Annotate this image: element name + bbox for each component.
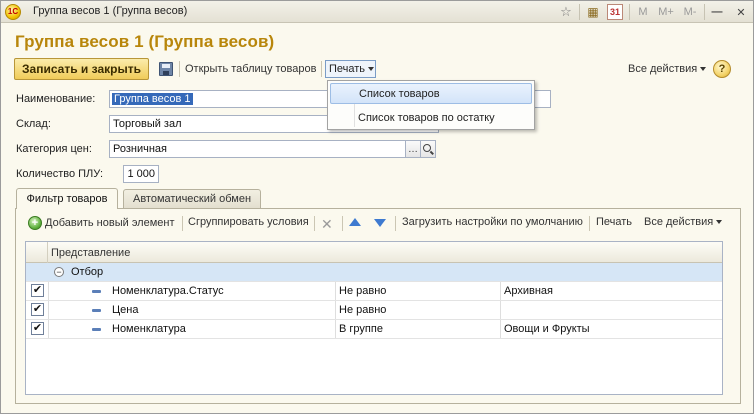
table-row[interactable]: ✔ Номенклатура.Статус Не равно Архивная: [26, 282, 722, 301]
row-condition[interactable]: В группе: [339, 320, 383, 338]
calculator-icon[interactable]: ▦: [585, 4, 601, 20]
memory-m-minus-button[interactable]: M-: [680, 4, 700, 20]
main-window: 1С Группа весов 1 (Группа весов) ☆ ▦ 31 …: [0, 0, 754, 414]
memory-m-button[interactable]: M: [636, 4, 650, 20]
collapse-toggle[interactable]: −: [54, 263, 64, 281]
chevron-down-icon: [368, 67, 375, 71]
add-icon: +: [28, 216, 42, 230]
arrow-up-icon: [349, 218, 361, 226]
row-checkbox[interactable]: ✔: [31, 303, 44, 316]
field-item-icon: [92, 327, 101, 331]
window-title: Группа весов 1 (Группа весов): [33, 5, 188, 17]
panel-all-actions-button[interactable]: Все действия: [644, 216, 723, 228]
row-field: Номенклатура.Статус: [112, 285, 224, 297]
name-label: Наименование:: [16, 93, 96, 105]
delete-icon: ✕: [321, 216, 333, 232]
row-value[interactable]: Овощи и Фрукты: [504, 320, 590, 338]
tab-products-filter[interactable]: Фильтр товаров: [16, 188, 118, 209]
group-row-filter[interactable]: − Отбор: [26, 263, 722, 282]
column-header-representation[interactable]: Представление: [48, 242, 130, 263]
print-dropdown-button[interactable]: Печать: [325, 60, 376, 78]
row-field: Номенклатура: [112, 323, 186, 335]
minus-icon: −: [54, 267, 64, 277]
row-value[interactable]: Архивная: [504, 282, 553, 300]
search-button[interactable]: [420, 140, 436, 158]
load-default-settings-button[interactable]: Загрузить настройки по умолчанию: [402, 216, 583, 228]
page-title: Группа весов 1 (Группа весов): [15, 32, 275, 51]
grid-header: Представление: [26, 242, 722, 263]
add-element-button[interactable]: + Добавить новый элемент: [28, 216, 175, 230]
open-products-table-button[interactable]: Открыть таблицу товаров: [185, 63, 316, 75]
ppu-count-field[interactable]: 1 000: [123, 165, 159, 183]
row-checkbox[interactable]: ✔: [31, 322, 44, 335]
price-category-field[interactable]: Розничная: [109, 140, 406, 158]
row-checkbox[interactable]: ✔: [31, 284, 44, 297]
panel-print-button[interactable]: Печать: [596, 216, 632, 228]
table-row[interactable]: ✔ Номенклатура В группе Овощи и Фрукты: [26, 320, 722, 339]
print-button-label: Печать: [329, 63, 366, 75]
chevron-down-icon: [716, 220, 723, 224]
all-actions-button[interactable]: Все действия: [628, 63, 707, 75]
row-condition[interactable]: Не равно: [339, 282, 386, 300]
field-item-icon: [92, 308, 101, 312]
memory-m-plus-button[interactable]: M+: [656, 4, 676, 20]
field-item-icon: [92, 289, 101, 293]
row-field: Цена: [112, 304, 139, 316]
menu-item-products-by-stock[interactable]: Список товаров по остатку: [330, 107, 532, 128]
search-icon: [423, 144, 431, 152]
price-category-label: Категория цен:: [16, 143, 92, 155]
group-conditions-button[interactable]: Сгруппировать условия: [188, 216, 309, 228]
menu-item-products-list[interactable]: Список товаров: [330, 83, 532, 104]
warehouse-label: Склад:: [16, 118, 51, 130]
row-condition[interactable]: Не равно: [339, 301, 386, 319]
title-bar: 1С Группа весов 1 (Группа весов) ☆ ▦ 31 …: [1, 1, 753, 23]
print-menu: Список товаров Список товаров по остатку: [327, 80, 535, 130]
calendar-icon[interactable]: 31: [607, 4, 623, 20]
name-value: Группа весов 1: [112, 93, 193, 105]
arrow-down-icon: [374, 219, 386, 227]
favorites-icon[interactable]: ☆: [558, 4, 574, 20]
chevron-down-icon: [700, 67, 707, 71]
choose-button[interactable]: …: [405, 140, 421, 158]
group-row-label: Отбор: [71, 266, 104, 278]
ppu-count-label: Количество ПЛУ:: [16, 168, 104, 180]
save-and-close-button[interactable]: Записать и закрыть: [14, 58, 149, 80]
move-up-button[interactable]: [349, 218, 361, 226]
disk-icon: [159, 62, 173, 76]
table-row[interactable]: ✔ Цена Не равно: [26, 301, 722, 320]
1c-logo-icon[interactable]: 1С: [5, 4, 21, 20]
tab-auto-exchange[interactable]: Автоматический обмен: [123, 189, 261, 208]
delete-button[interactable]: ✕: [321, 216, 333, 233]
close-icon[interactable]: ✕: [734, 4, 748, 20]
filter-grid[interactable]: Представление − Отбор ✔ Номенклатура.Ста…: [25, 241, 723, 395]
minimize-icon[interactable]: —: [710, 4, 724, 20]
move-down-button[interactable]: [374, 219, 386, 227]
help-icon[interactable]: ?: [713, 60, 731, 78]
save-button[interactable]: [156, 59, 176, 79]
